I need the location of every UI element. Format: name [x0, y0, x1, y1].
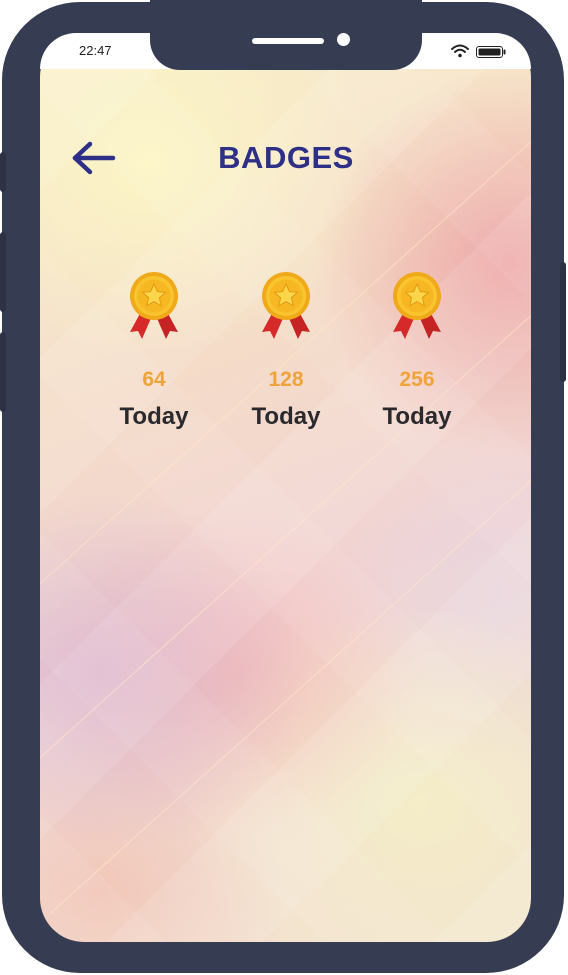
medal-icon: [262, 272, 310, 339]
badge-item[interactable]: 128 Today: [236, 270, 336, 430]
speaker-grille: [252, 38, 324, 44]
status-time: 22:47: [79, 43, 112, 58]
power-button: [560, 262, 566, 382]
badge-label: Today: [382, 403, 452, 430]
badge-count: 64: [142, 368, 166, 391]
badge-count: 128: [268, 368, 304, 391]
badge-label: Today: [251, 403, 321, 430]
page-title: BADGES: [218, 140, 354, 175]
battery-icon: [476, 46, 506, 58]
notch: [150, 0, 422, 70]
front-camera: [337, 33, 350, 46]
silent-switch: [0, 152, 6, 192]
badge-item[interactable]: 64 Today: [104, 270, 204, 430]
medal-icon: [130, 272, 178, 339]
medal-icon: [393, 272, 441, 339]
wifi-icon: [451, 44, 469, 58]
badge-item[interactable]: 256 Today: [367, 270, 467, 430]
volume-up-button: [0, 232, 6, 312]
volume-down-button: [0, 332, 6, 412]
badge-count: 256: [399, 368, 435, 391]
arrow-left-icon[interactable]: [70, 140, 116, 176]
badge-label: Today: [119, 403, 189, 430]
